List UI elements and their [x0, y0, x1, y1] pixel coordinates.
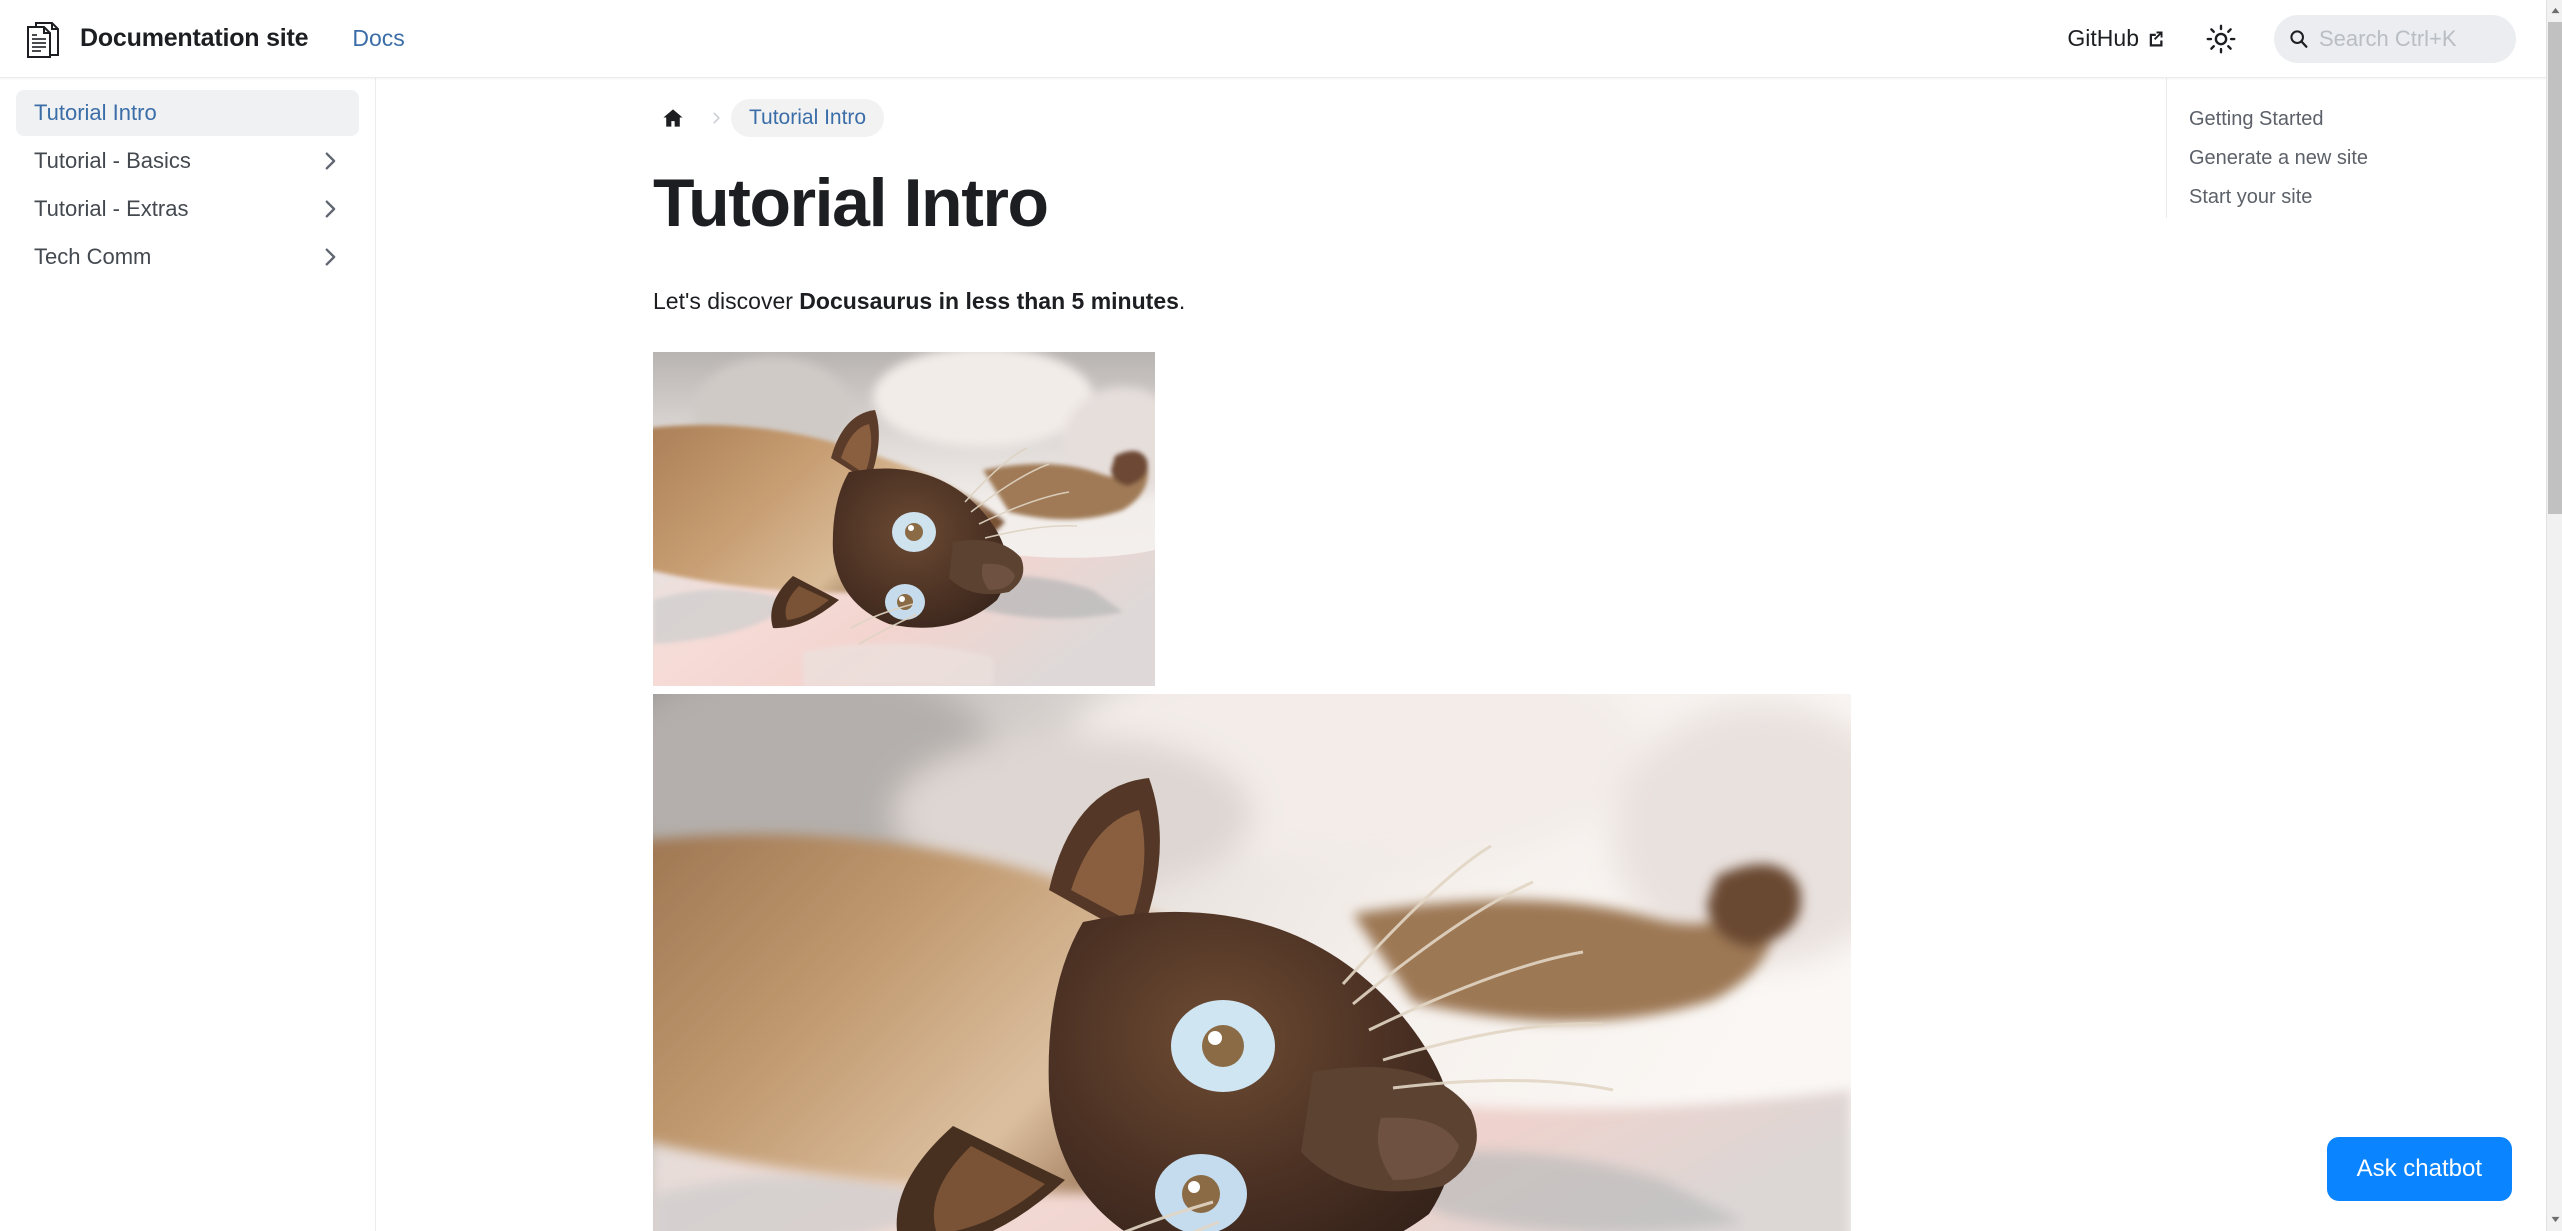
chevron-right-icon[interactable] — [319, 246, 341, 268]
doc-paragraph-prefix: Let's discover — [653, 287, 800, 314]
scrollbar-down-arrow[interactable] — [2547, 1211, 2562, 1227]
external-link-icon — [2146, 30, 2164, 48]
sidebar-item-tutorial-extras[interactable]: Tutorial - Extras — [16, 186, 359, 232]
sidebar-item-label: Tech Comm — [34, 244, 152, 269]
sidebar-item-label: Tutorial - Basics — [34, 148, 191, 173]
sun-icon — [2206, 24, 2236, 54]
page-scrollbar[interactable] — [2546, 0, 2562, 1231]
chevron-right-icon[interactable] — [319, 198, 341, 220]
search-placeholder: Search Ctrl+K — [2319, 25, 2457, 51]
main-content: Tutorial Intro Tutorial Intro Let's disc… — [376, 78, 2546, 1231]
sidebar-item-tech-comm[interactable]: Tech Comm — [16, 234, 359, 280]
navbar: Documentation site Docs GitHub Search Ct… — [0, 0, 2546, 78]
breadcrumb-home-link[interactable] — [653, 98, 693, 138]
home-icon — [662, 107, 684, 129]
nav-link-docs[interactable]: Docs — [352, 25, 404, 52]
brand-title[interactable]: Documentation site — [80, 24, 309, 53]
search-icon — [2288, 28, 2309, 49]
breadcrumb-current[interactable]: Tutorial Intro — [731, 99, 885, 137]
ask-chatbot-button[interactable]: Ask chatbot — [2326, 1137, 2512, 1201]
sidebar: Tutorial Intro Tutorial - Basics Tutoria… — [0, 78, 376, 1231]
navbar-right: GitHub Search Ctrl+K — [2067, 10, 2546, 68]
chevron-right-icon[interactable] — [319, 150, 341, 172]
page-title: Tutorial Intro — [653, 165, 1049, 241]
search-input[interactable]: Search Ctrl+K — [2274, 14, 2516, 63]
sidebar-item-label: Tutorial - Extras — [34, 196, 189, 221]
doc-paragraph-suffix: . — [1178, 287, 1186, 314]
sidebar-item-tutorial-intro[interactable]: Tutorial Intro — [16, 90, 359, 136]
sidebar-menu: Tutorial Intro Tutorial - Basics Tutoria… — [0, 90, 375, 280]
navbar-left: Documentation site Docs — [0, 18, 405, 60]
toc-item-generate-a-new-site[interactable]: Generate a new site — [2189, 139, 2524, 178]
scrollbar-thumb[interactable] — [2548, 22, 2562, 514]
sidebar-item-label: Tutorial Intro — [34, 100, 157, 125]
doc-paragraph-bold: Docusaurus in less than 5 minutes — [799, 287, 1179, 314]
cat-photo-small — [653, 351, 1155, 686]
triangle-up-icon — [2551, 7, 2559, 13]
github-label: GitHub — [2067, 25, 2139, 51]
cat-photo-large — [653, 693, 1851, 1231]
scrollbar-up-arrow[interactable] — [2547, 2, 2562, 18]
toc-item-start-your-site[interactable]: Start your site — [2189, 178, 2524, 217]
doc-paragraph: Let's discover Docusaurus in less than 5… — [653, 283, 1933, 320]
theme-toggle-button[interactable] — [2192, 10, 2250, 68]
sidebar-item-tutorial-basics[interactable]: Tutorial - Basics — [16, 138, 359, 184]
doc-article: Tutorial Intro Tutorial Intro Let's disc… — [653, 78, 1933, 1231]
table-of-contents: Getting Started Generate a new site Star… — [2166, 78, 2524, 218]
triangle-down-icon — [2551, 1216, 2559, 1222]
breadcrumb: Tutorial Intro — [653, 78, 1933, 138]
breadcrumb-separator-icon — [705, 111, 720, 125]
toc-item-getting-started[interactable]: Getting Started — [2189, 100, 2524, 139]
documents-icon[interactable] — [22, 18, 64, 60]
github-link[interactable]: GitHub — [2067, 25, 2164, 52]
